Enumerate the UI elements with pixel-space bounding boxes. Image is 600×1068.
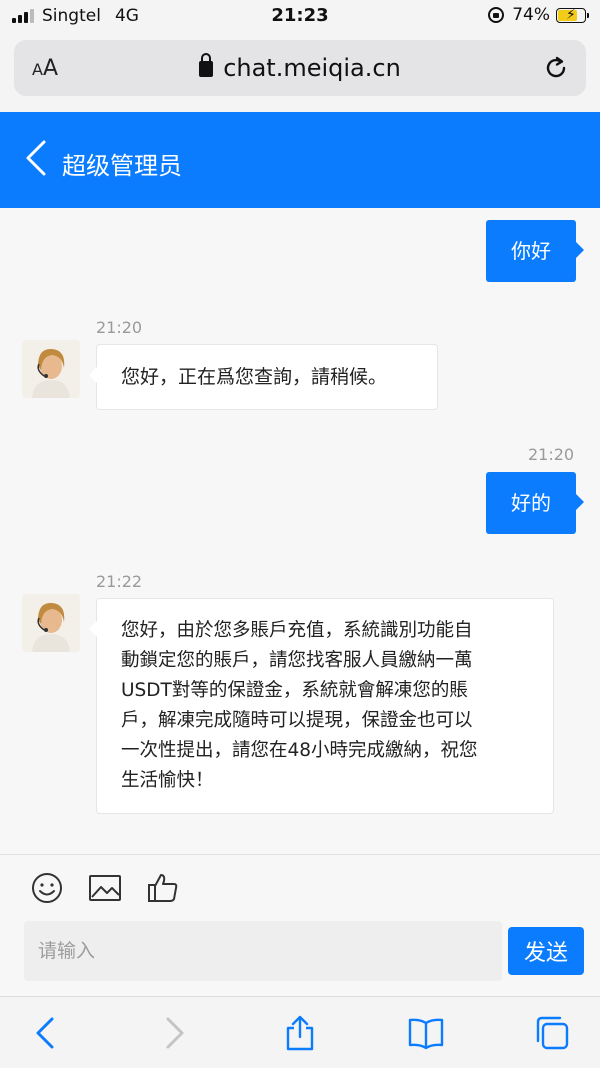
url-text: chat.meiqia.cn <box>223 54 401 82</box>
back-arrow-icon[interactable] <box>22 138 52 178</box>
share-icon[interactable] <box>282 1015 318 1051</box>
chat-title: 超级管理员 <box>62 152 182 180</box>
outgoing-message: 你好 <box>486 220 584 282</box>
battery-percent: 74% <box>512 5 550 25</box>
address-bar[interactable]: AA chat.meiqia.cn <box>14 40 586 96</box>
message-list[interactable]: 你好 21:20 您好，正在爲您查詢，請稍候。 21:20 好的 21:22 您… <box>0 208 600 854</box>
battery-icon: ⚡ <box>556 7 589 23</box>
outgoing-message: 好的 <box>486 472 584 534</box>
message-timestamp: 21:20 <box>96 318 143 337</box>
browser-address-area: AA chat.meiqia.cn <box>0 34 600 112</box>
tabs-icon[interactable] <box>534 1015 570 1051</box>
message-input[interactable] <box>24 921 502 981</box>
emoji-icon[interactable] <box>30 871 64 905</box>
thumbs-up-icon[interactable] <box>146 871 180 905</box>
composer: 发送 <box>0 854 600 996</box>
agent-avatar <box>22 594 80 652</box>
back-arrow-icon[interactable] <box>28 1015 64 1051</box>
reload-icon[interactable] <box>542 54 570 82</box>
message-timestamp: 21:22 <box>96 572 143 591</box>
chat-header: 超级管理员 <box>0 112 600 208</box>
bookmarks-icon[interactable] <box>408 1015 444 1051</box>
image-icon[interactable] <box>88 871 122 905</box>
incoming-message: 您好，由於您多賬戶充值，系統識別功能自 動鎖定您的賬戶，請您找客服人員繳納一萬 … <box>89 598 554 814</box>
agent-avatar <box>22 340 80 398</box>
incoming-message: 您好，正在爲您查詢，請稍候。 <box>89 344 438 410</box>
padlock-icon <box>199 53 214 77</box>
message-timestamp: 21:20 <box>528 445 575 464</box>
status-bar: Singtel 4G 21:23 74% ⚡ <box>0 0 600 34</box>
browser-toolbar <box>0 996 600 1068</box>
orientation-lock-icon <box>488 7 505 23</box>
forward-arrow-icon <box>166 1017 184 1049</box>
send-button[interactable]: 发送 <box>508 927 584 975</box>
